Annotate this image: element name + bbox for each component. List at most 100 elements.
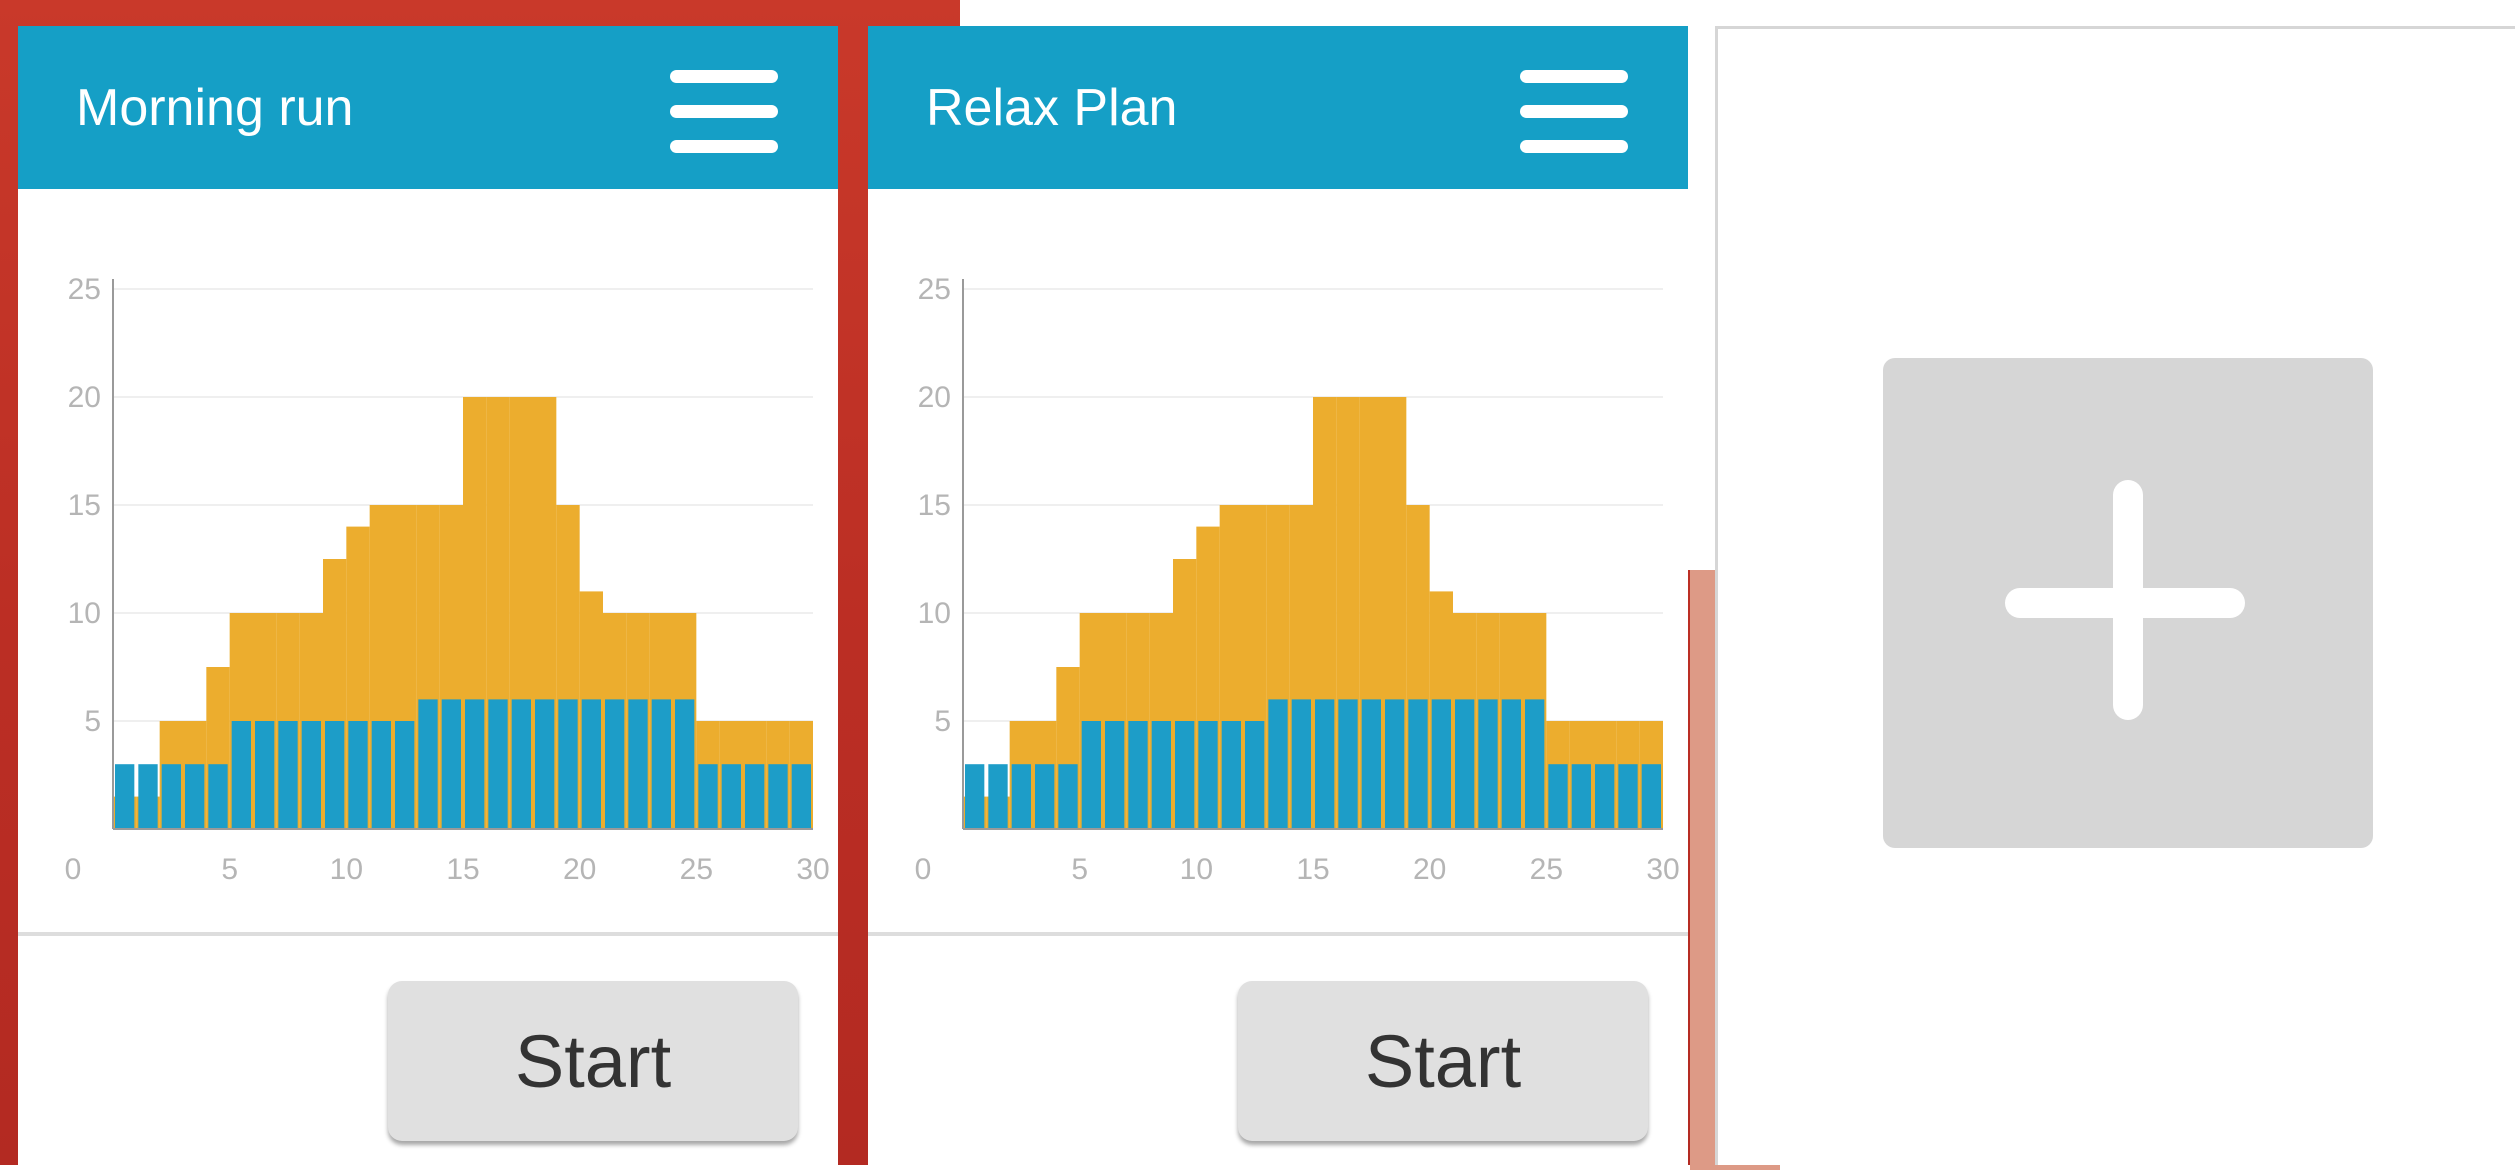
bar-actual	[558, 699, 578, 829]
bar-actual	[1641, 764, 1661, 829]
bar-actual	[161, 764, 181, 829]
bar-actual	[208, 764, 228, 829]
y-tick-label: 20	[68, 381, 101, 414]
bar-actual	[1548, 764, 1568, 829]
x-tick-label: 20	[1413, 853, 1446, 886]
y-tick-label: 20	[918, 381, 951, 414]
y-tick-label: 5	[84, 705, 101, 738]
bar-actual	[1525, 699, 1545, 829]
card-divider	[18, 932, 838, 936]
bar-actual	[1151, 721, 1171, 829]
y-tick-label: 15	[68, 489, 101, 522]
bar-actual	[1128, 721, 1148, 829]
bar-actual	[371, 721, 391, 829]
y-tick-label: 10	[918, 597, 951, 630]
card-divider	[868, 932, 1688, 936]
bar-actual	[1011, 764, 1031, 829]
menu-icon[interactable]	[670, 70, 778, 154]
x-tick-label: 10	[330, 853, 363, 886]
bar-actual	[1081, 721, 1101, 829]
bar-actual	[1105, 721, 1125, 829]
x-tick-label: 25	[1530, 853, 1563, 886]
bar-actual	[348, 721, 368, 829]
bar-actual	[965, 764, 985, 829]
x-tick-label: 5	[221, 853, 238, 886]
bar-actual	[1361, 699, 1381, 829]
bar-actual	[988, 764, 1008, 829]
bar-actual	[1268, 699, 1288, 829]
bar-actual	[465, 699, 485, 829]
bar-actual	[301, 721, 321, 829]
plus-icon	[2113, 480, 2143, 720]
bar-actual	[115, 764, 135, 829]
bar-actual	[1245, 721, 1265, 829]
bar-actual	[1035, 764, 1055, 829]
card-header: Morning run	[18, 26, 838, 189]
x-tick-label: 10	[1180, 853, 1213, 886]
bar-actual	[675, 699, 695, 829]
y-tick-label: 15	[918, 489, 951, 522]
bar-actual	[1455, 699, 1475, 829]
bar-actual	[185, 764, 205, 829]
plan-card-morning-run: Morning run 5 10 15 20 25 0 5 10 15 20 25 30 Start	[18, 26, 838, 1165]
bar-actual	[1408, 699, 1428, 829]
x-tick-label: 30	[796, 853, 829, 886]
bar-actual	[1501, 699, 1521, 829]
bar-actual	[1385, 699, 1405, 829]
y-tick-label: 5	[934, 705, 951, 738]
card-header: Relax Plan	[868, 26, 1688, 189]
plan-chart: 5 10 15 20 25 0 5 10 15 20 25 30	[65, 273, 830, 886]
bar-actual	[768, 764, 788, 829]
bar-actual	[1175, 721, 1195, 829]
start-button[interactable]: Start	[1238, 981, 1648, 1141]
bar-actual	[791, 764, 811, 829]
bar-actual	[1291, 699, 1311, 829]
bar-actual	[488, 699, 508, 829]
x-tick-label: 5	[1071, 853, 1088, 886]
bar-actual	[721, 764, 741, 829]
bar-actual	[138, 764, 158, 829]
bar-actual	[651, 699, 671, 829]
bar-actual	[418, 699, 438, 829]
plan-card-relax-plan: Relax Plan 5 10 15 20 25 0 5 10 15 20 25 30 Start	[868, 26, 1688, 1165]
x-tick-label: 25	[680, 853, 713, 886]
x-tick-label: 15	[446, 853, 479, 886]
x-tick-label: 0	[65, 853, 82, 886]
bar-actual	[1595, 764, 1615, 829]
x-tick-label: 30	[1646, 853, 1679, 886]
plan-title: Relax Plan	[926, 79, 1178, 137]
bar-actual	[1478, 699, 1498, 829]
bar-actual	[278, 721, 298, 829]
x-tick-label: 20	[563, 853, 596, 886]
bar-actual	[511, 699, 531, 829]
bar-actual	[1315, 699, 1335, 829]
bar-actual	[698, 764, 718, 829]
bar-actual	[581, 699, 601, 829]
bar-actual	[1618, 764, 1638, 829]
bar-actual	[231, 721, 251, 829]
bar-actual	[1431, 699, 1451, 829]
plan-title: Morning run	[76, 79, 354, 137]
y-tick-label: 10	[68, 597, 101, 630]
plan-chart: 5 10 15 20 25 0 5 10 15 20 25 30	[915, 273, 1680, 886]
bar-actual	[535, 699, 555, 829]
start-button[interactable]: Start	[388, 981, 798, 1141]
menu-icon[interactable]	[1520, 70, 1628, 154]
bar-actual	[441, 699, 461, 829]
bar-actual	[1571, 764, 1591, 829]
bar-actual	[1198, 721, 1218, 829]
y-tick-label: 25	[918, 273, 951, 306]
y-tick-label: 25	[68, 273, 101, 306]
bar-actual	[395, 721, 415, 829]
bar-actual	[325, 721, 345, 829]
bar-actual	[745, 764, 765, 829]
add-plan-button[interactable]	[1883, 358, 2373, 848]
x-tick-label: 0	[915, 853, 932, 886]
bar-actual	[605, 699, 625, 829]
bar-actual	[628, 699, 648, 829]
x-tick-label: 15	[1296, 853, 1329, 886]
bar-actual	[1058, 764, 1078, 829]
bar-actual	[1338, 699, 1358, 829]
bar-actual	[1221, 721, 1241, 829]
bar-actual	[255, 721, 275, 829]
